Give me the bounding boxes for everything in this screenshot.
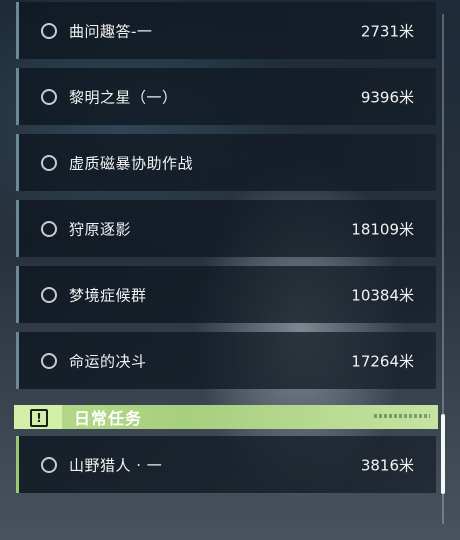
header-decoration bbox=[374, 414, 430, 418]
quest-distance: 2731米 bbox=[360, 22, 414, 40]
quest-distance: 18109米 bbox=[351, 220, 414, 238]
circle-icon bbox=[41, 286, 57, 303]
quest-item[interactable]: 黎明之星（一） 9396米 bbox=[16, 68, 436, 125]
quest-item[interactable]: 命运的决斗 17264米 bbox=[16, 332, 436, 389]
quest-distance: 9396米 bbox=[360, 88, 414, 106]
scrollbar-track[interactable] bbox=[441, 14, 445, 524]
alert-icon: ! bbox=[30, 409, 48, 427]
section-badge: ! bbox=[14, 405, 62, 429]
quest-item[interactable]: 曲问趣答-一 2731米 bbox=[16, 2, 436, 59]
quest-list: 曲问趣答-一 2731米 黎明之星（一） 9396米 虚质磁暴协助作战 狩原逐影… bbox=[0, 0, 440, 540]
daily-quest-item[interactable]: 山野猎人 · 一 3816米 bbox=[16, 436, 436, 493]
scrollbar-thumb[interactable] bbox=[441, 414, 445, 494]
quest-name: 梦境症候群 bbox=[69, 286, 147, 304]
circle-icon bbox=[41, 22, 57, 39]
quest-tracker-panel: 曲问趣答-一 2731米 黎明之星（一） 9396米 虚质磁暴协助作战 狩原逐影… bbox=[0, 0, 460, 540]
quest-distance: 10384米 bbox=[351, 286, 414, 304]
quest-item[interactable]: 狩原逐影 18109米 bbox=[16, 200, 436, 257]
quest-name: 山野猎人 · 一 bbox=[69, 456, 163, 474]
quest-distance: 3816米 bbox=[360, 456, 414, 474]
circle-icon bbox=[41, 220, 57, 237]
quest-name: 黎明之星（一） bbox=[69, 88, 178, 106]
quest-name: 虚质磁暴协助作战 bbox=[69, 154, 194, 172]
daily-quests-header: ! 日常任务 bbox=[14, 405, 438, 429]
quest-distance: 17264米 bbox=[351, 352, 414, 370]
circle-icon bbox=[41, 88, 57, 105]
quest-item[interactable]: 梦境症候群 10384米 bbox=[16, 266, 436, 323]
section-title: 日常任务 bbox=[74, 409, 143, 428]
circle-icon bbox=[41, 456, 57, 473]
quest-name: 曲问趣答-一 bbox=[69, 22, 153, 40]
quest-name: 命运的决斗 bbox=[69, 352, 147, 370]
circle-icon bbox=[41, 154, 57, 171]
quest-item[interactable]: 虚质磁暴协助作战 bbox=[16, 134, 436, 191]
quest-name: 狩原逐影 bbox=[69, 220, 132, 238]
circle-icon bbox=[41, 352, 57, 369]
